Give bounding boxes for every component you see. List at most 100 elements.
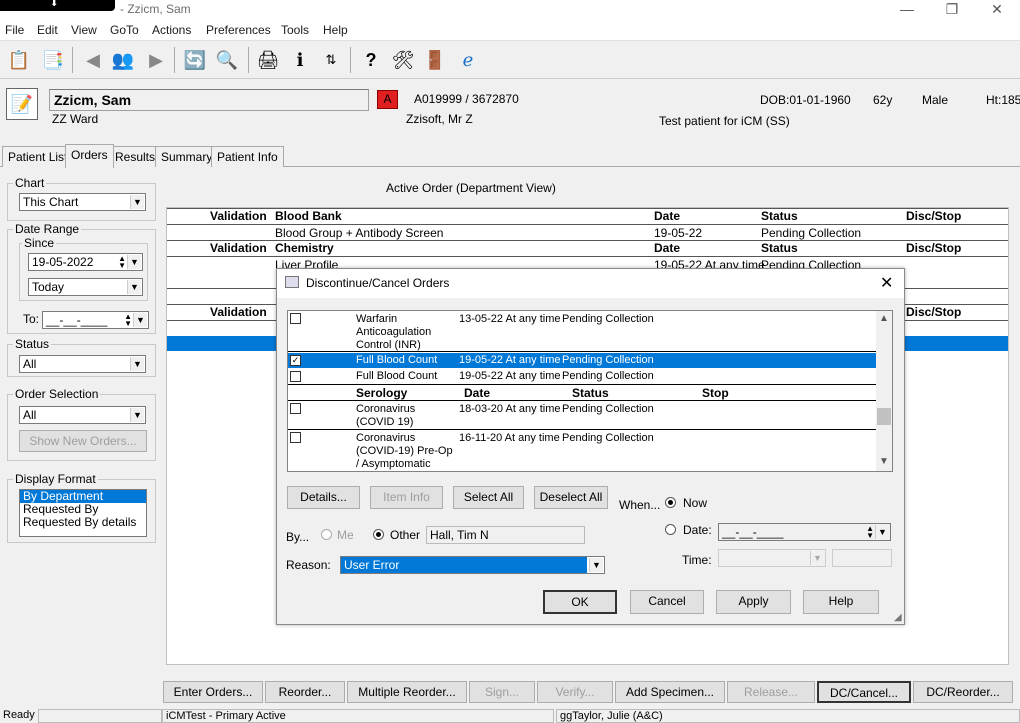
apply-button[interactable]: Apply bbox=[716, 590, 791, 614]
order-checkbox[interactable] bbox=[290, 371, 301, 382]
grid-disc-header: Disc/Stop bbox=[906, 305, 962, 319]
other-user-field[interactable]: Hall, Tim N bbox=[426, 526, 585, 544]
menu-actions[interactable]: Actions bbox=[152, 23, 191, 37]
menu-help[interactable]: Help bbox=[323, 23, 348, 37]
reorder-button[interactable]: Reorder... bbox=[265, 681, 345, 703]
print-icon[interactable]: 🖨 bbox=[255, 47, 281, 73]
me-label: Me bbox=[337, 528, 354, 542]
patient-notes-icon[interactable]: 📝 bbox=[6, 88, 38, 120]
multiple-reorder-button[interactable]: Multiple Reorder... bbox=[347, 681, 467, 703]
verify-button[interactable]: Verify... bbox=[537, 681, 613, 703]
other-label: Other bbox=[390, 528, 421, 542]
menu-tools[interactable]: Tools bbox=[281, 23, 309, 37]
dc-cancel-button[interactable]: DC/Cancel... bbox=[817, 681, 911, 703]
close-icon[interactable]: ✕ bbox=[880, 273, 893, 293]
minimize-button[interactable]: — bbox=[892, 0, 922, 18]
cancel-button[interactable]: Cancel bbox=[630, 590, 704, 614]
scroll-up-icon[interactable]: ▲ bbox=[879, 313, 889, 324]
patient-list-icon[interactable]: 📋 bbox=[6, 47, 32, 73]
grid-date-header: Date bbox=[654, 241, 681, 255]
grid-order-date: 19-05-22 bbox=[654, 226, 703, 240]
spinner-icon[interactable]: ▲ ▼ bbox=[124, 313, 132, 328]
patient-chart-icon[interactable]: 📑 bbox=[40, 47, 66, 73]
enter-orders-button[interactable]: Enter Orders... bbox=[163, 681, 263, 703]
close-window-button[interactable]: ✕ bbox=[982, 0, 1012, 18]
since-mode-select[interactable]: Today ▼ bbox=[28, 278, 143, 296]
chart-select[interactable]: This Chart ▼ bbox=[19, 193, 146, 211]
date-radio[interactable] bbox=[665, 524, 676, 535]
resize-grip-icon[interactable]: ◢ bbox=[894, 612, 902, 623]
since-date-input[interactable]: 19-05-2022 ▼ ▲ ▼ bbox=[28, 253, 143, 271]
grid-order-name[interactable]: Blood Group + Antibody Screen bbox=[275, 226, 443, 240]
order-checkbox-checked[interactable]: ✓ bbox=[290, 355, 301, 366]
patients-group-icon[interactable]: 👥 bbox=[110, 47, 136, 73]
menu-view[interactable]: View bbox=[71, 23, 97, 37]
list-scrollbar[interactable] bbox=[876, 311, 892, 471]
grid-validation-header: Validation bbox=[210, 209, 267, 223]
tools-icon[interactable]: 🛠 bbox=[390, 47, 416, 73]
tab-patient-list[interactable]: Patient List bbox=[2, 146, 74, 167]
refresh-icon[interactable]: 🔄 bbox=[182, 47, 208, 73]
grid-date-header: Date bbox=[654, 209, 681, 223]
patient-ids: A019999 / 3672870 bbox=[414, 92, 519, 106]
date-input[interactable]: __-__-____ ▼ ▲ ▼ bbox=[718, 523, 891, 541]
to-date-value: __-__-____ bbox=[46, 313, 108, 327]
tab-results[interactable]: Results bbox=[109, 146, 162, 167]
reason-select[interactable]: User Error ▼ bbox=[340, 556, 605, 574]
spinner-icon[interactable]: ▲ ▼ bbox=[118, 255, 126, 270]
add-specimen-button[interactable]: Add Specimen... bbox=[615, 681, 725, 703]
maximize-button[interactable]: ❐ bbox=[937, 0, 967, 18]
display-format-list[interactable]: By Department Requested By Requested By … bbox=[19, 489, 147, 537]
order-checkbox[interactable] bbox=[290, 313, 301, 324]
sign-button[interactable]: Sign... bbox=[469, 681, 535, 703]
tab-orders[interactable]: Orders bbox=[65, 144, 114, 168]
tab-summary[interactable]: Summary bbox=[155, 146, 219, 167]
scrollbar-thumb[interactable] bbox=[877, 408, 891, 425]
release-button[interactable]: Release... bbox=[727, 681, 815, 703]
status-user: ggTaylor, Julie (A&C) bbox=[556, 709, 1020, 723]
order-checkbox[interactable] bbox=[290, 403, 301, 414]
help-question-icon[interactable]: ? bbox=[358, 47, 384, 73]
alert-flag-badge[interactable]: A bbox=[377, 90, 398, 109]
time-extra-field[interactable] bbox=[832, 549, 892, 567]
menu-preferences[interactable]: Preferences bbox=[206, 23, 271, 37]
grid-status-header: Status bbox=[761, 209, 798, 223]
search-icon[interactable]: 🔍 bbox=[214, 47, 240, 73]
menu-edit[interactable]: Edit bbox=[37, 23, 58, 37]
time-select[interactable]: ▼ bbox=[718, 549, 826, 567]
info-icon[interactable]: ℹ bbox=[287, 47, 313, 73]
previous-patient-icon[interactable]: ◀ bbox=[80, 47, 106, 73]
spinner-icon[interactable]: ▲ ▼ bbox=[866, 525, 874, 540]
patient-dob: DOB:01-01-1960 bbox=[760, 93, 851, 107]
menu-file[interactable]: File bbox=[5, 23, 24, 37]
chevron-down-icon: ▼ bbox=[127, 280, 141, 294]
browser-icon[interactable]: ℯ bbox=[455, 47, 481, 73]
to-date-input[interactable]: __-__-____ ▼ ▲ ▼ bbox=[42, 311, 149, 329]
help-button[interactable]: Help bbox=[803, 590, 879, 614]
tab-patient-info[interactable]: Patient Info bbox=[211, 146, 284, 167]
order-name: Full Blood Count bbox=[356, 370, 438, 382]
order-selection-select[interactable]: All ▼ bbox=[19, 406, 146, 424]
me-radio[interactable] bbox=[321, 529, 332, 540]
serology-status-header: Status bbox=[572, 386, 609, 400]
toolbar-separator bbox=[174, 47, 175, 73]
menu-goto[interactable]: GoTo bbox=[110, 23, 139, 37]
deselect-all-button[interactable]: Deselect All bbox=[534, 486, 608, 509]
exit-icon[interactable]: 🚪 bbox=[422, 47, 448, 73]
dc-reorder-button[interactable]: DC/Reorder... bbox=[913, 681, 1013, 703]
order-selection-value: All bbox=[23, 408, 37, 422]
sort-az-icon[interactable]: ⇅ bbox=[318, 47, 344, 73]
display-format-option[interactable]: Requested By details bbox=[20, 516, 146, 529]
other-radio[interactable] bbox=[373, 529, 384, 540]
status-select[interactable]: All ▼ bbox=[19, 355, 146, 373]
details-button[interactable]: Details... bbox=[287, 486, 360, 509]
item-info-button[interactable]: Item Info bbox=[370, 486, 443, 509]
now-radio[interactable] bbox=[665, 497, 676, 508]
ok-button[interactable]: OK bbox=[543, 590, 617, 614]
select-all-button[interactable]: Select All bbox=[453, 486, 524, 509]
by-label: By... bbox=[286, 530, 310, 544]
scroll-down-icon[interactable]: ▼ bbox=[879, 456, 889, 467]
next-patient-icon[interactable]: ▶ bbox=[143, 47, 169, 73]
order-checkbox[interactable] bbox=[290, 432, 301, 443]
show-new-orders-button[interactable]: Show New Orders... bbox=[19, 430, 147, 452]
